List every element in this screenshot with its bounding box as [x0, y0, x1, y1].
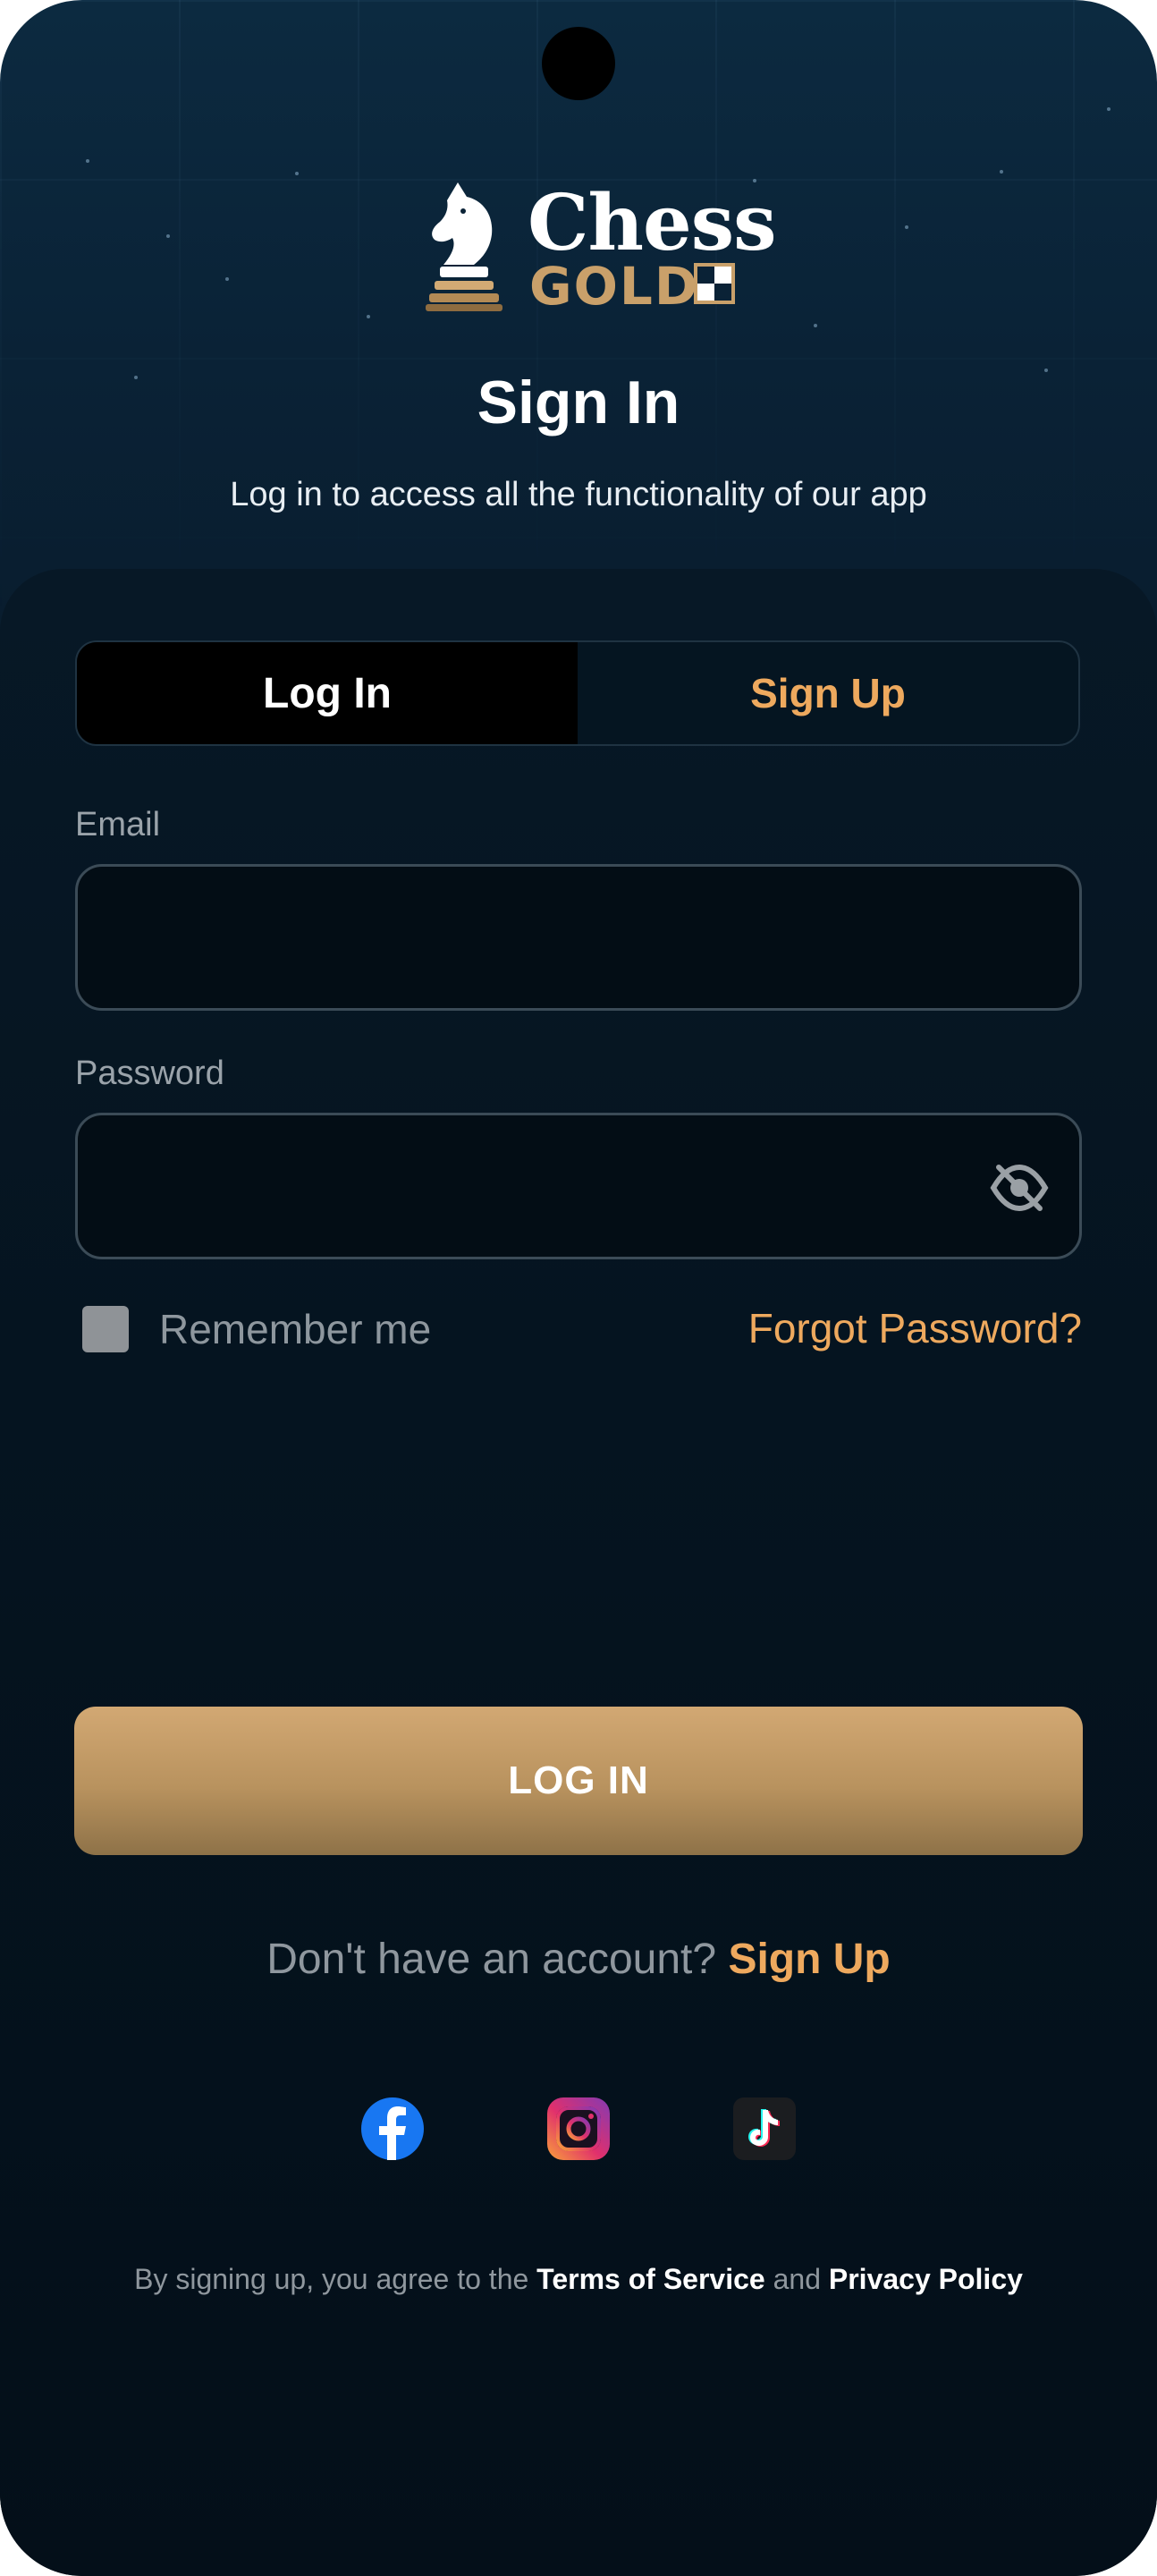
privacy-policy-link[interactable]: Privacy Policy [829, 2263, 1023, 2295]
page-subtitle: Log in to access all the functionality o… [230, 476, 927, 513]
remember-me-label: Remember me [159, 1306, 432, 1352]
email-label: Email [75, 806, 161, 843]
password-label: Password [75, 1055, 224, 1092]
page-title: Sign In [477, 369, 680, 436]
password-field-box [75, 1113, 1082, 1259]
logo-text-gold: GOLD [529, 256, 700, 317]
star [295, 172, 299, 175]
star [1000, 170, 1003, 174]
password-field[interactable] [78, 1115, 1079, 1257]
remember-me: Remember me [82, 1304, 431, 1354]
knight-icon [426, 182, 502, 311]
star [225, 277, 229, 281]
legal-notice: By signing up, you agree to the Terms of… [0, 2259, 1157, 2299]
camera-cutout [542, 27, 615, 100]
terms-of-service-link[interactable]: Terms of Service [536, 2263, 765, 2295]
email-field-box [75, 864, 1082, 1011]
instagram-icon[interactable] [545, 2096, 612, 2162]
auth-tabs: Log In Sign Up [75, 640, 1080, 746]
star [814, 324, 817, 327]
signup-prompt-text: Don't have an account? [266, 1936, 717, 1983]
star [1107, 107, 1111, 111]
log-in-button[interactable]: LOG IN [74, 1707, 1083, 1855]
star [905, 225, 908, 229]
forgot-password-link[interactable]: Forgot Password? [748, 1301, 1082, 1356]
legal-and: and [773, 2263, 821, 2295]
tab-log-in[interactable]: Log In [77, 642, 578, 744]
chess-gold-logo: Chess GOLD [420, 179, 777, 317]
signup-prompt: Don't have an account? Sign Up [0, 1930, 1157, 1989]
star [166, 234, 170, 238]
remember-me-checkbox[interactable] [82, 1306, 129, 1352]
tiktok-icon[interactable] [731, 2096, 798, 2162]
email-field[interactable] [78, 867, 1079, 1008]
logo-text-chess: Chess [528, 178, 777, 268]
phone-screen: Chess GOLD Sign In Log in to access all … [0, 0, 1157, 2576]
legal-prefix: By signing up, you agree to the [134, 2263, 529, 2295]
eye-off-icon[interactable] [990, 1162, 1049, 1214]
star [86, 159, 89, 163]
tab-sign-up[interactable]: Sign Up [578, 642, 1078, 744]
star [367, 315, 370, 318]
facebook-icon[interactable] [359, 2096, 426, 2162]
checkerboard-icon [694, 263, 735, 304]
signup-link[interactable]: Sign Up [728, 1936, 890, 1983]
